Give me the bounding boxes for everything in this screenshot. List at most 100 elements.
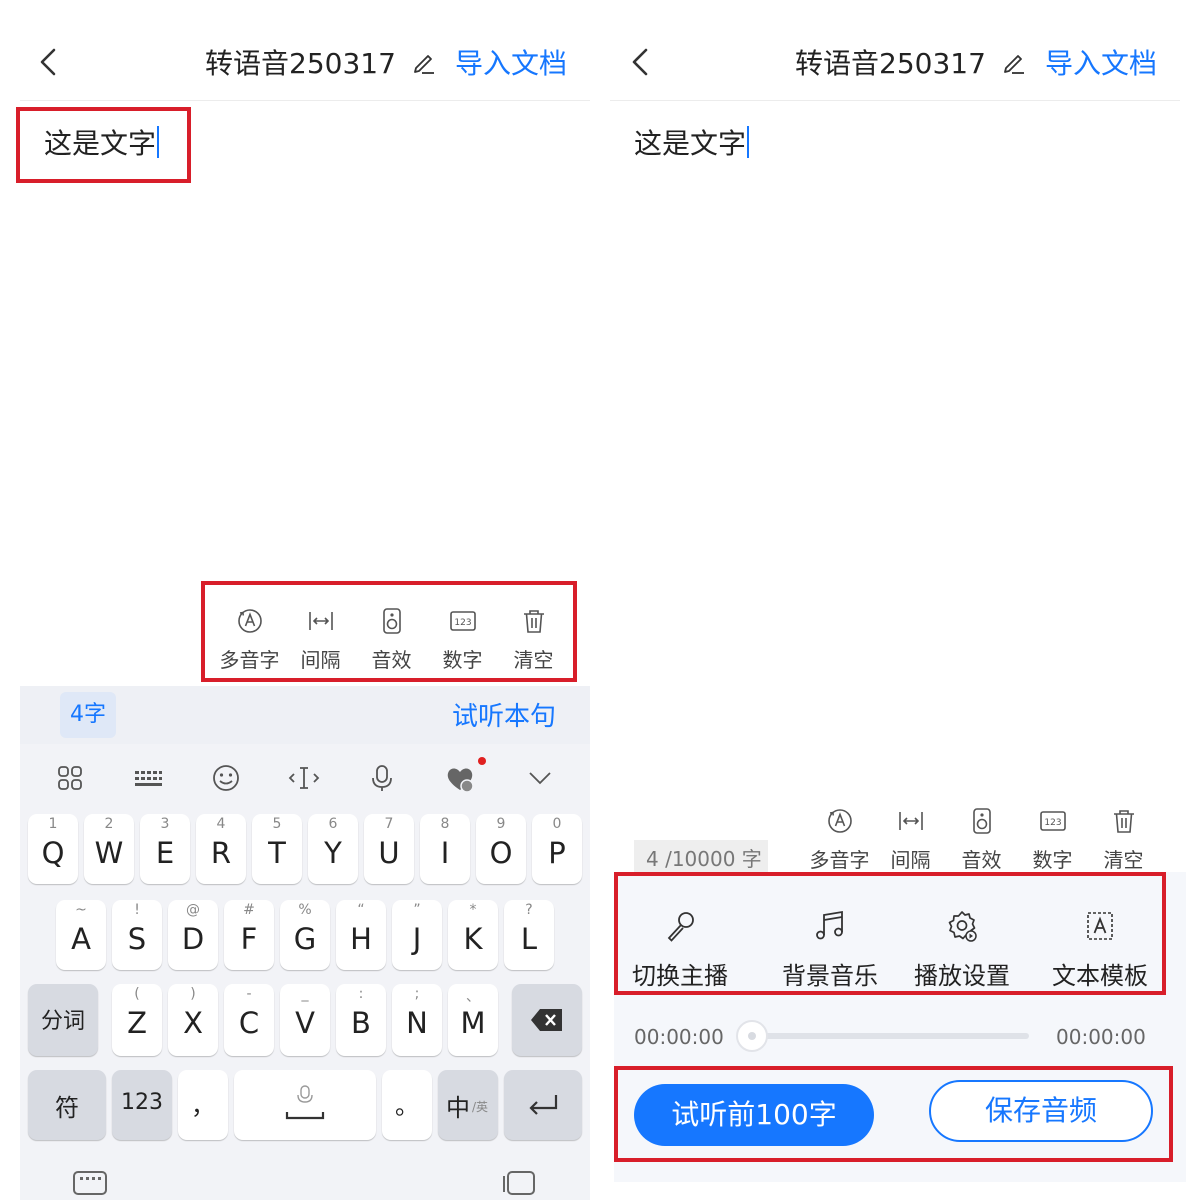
period-key[interactable]: 。 [382, 1070, 432, 1140]
key-c[interactable]: -C [224, 984, 274, 1056]
tool-label: 多音字 [809, 848, 870, 872]
svg-text:123: 123 [1044, 818, 1061, 828]
char-count-badge: 4字 [60, 692, 116, 738]
number-icon: 123 [1039, 811, 1066, 831]
keyboard-settings-icon[interactable] [70, 1166, 110, 1196]
key-label: T [268, 836, 286, 870]
key-sublabel: 2 [104, 816, 114, 832]
smiley-icon [213, 765, 239, 791]
clipboard-icon[interactable] [500, 1166, 540, 1196]
comma-key[interactable]: ， [178, 1070, 228, 1140]
key-sublabel: 8 [440, 816, 450, 832]
key-sublabel: 3 [160, 816, 170, 832]
key-h[interactable]: “H [336, 900, 386, 970]
key-a[interactable]: ~ A [56, 900, 106, 970]
segment-key[interactable]: 分词 [28, 984, 98, 1056]
key-sublabel: 7 [384, 816, 394, 832]
key-sublabel: ” [413, 902, 421, 918]
skin-hearts-button[interactable] [440, 758, 480, 798]
key-sublabel: 1 [48, 816, 58, 832]
number-key[interactable]: 123 [112, 1070, 172, 1140]
emoji-button[interactable] [206, 758, 246, 798]
space-key[interactable] [234, 1070, 376, 1140]
key-m[interactable]: 、 M [448, 984, 498, 1056]
key-sublabel: # [243, 902, 255, 918]
key-u[interactable]: 7U [364, 814, 414, 884]
text-caret [747, 126, 750, 158]
back-button[interactable] [32, 44, 68, 80]
polyphone-icon [827, 809, 852, 833]
key-e[interactable]: 3E [140, 814, 190, 884]
key-y[interactable]: 6Y [308, 814, 358, 884]
header: 转语音250317 导入文档 [610, 30, 1200, 94]
highlight-box [16, 107, 191, 183]
key-z[interactable]: (Z [112, 984, 162, 1056]
key-k[interactable]: * K [448, 900, 498, 970]
tool-label: 间隔 [890, 848, 931, 872]
trash-icon [1113, 810, 1134, 833]
symbol-key[interactable]: 符 [28, 1070, 106, 1140]
header: 转语音250317 导入文档 [0, 30, 600, 94]
key-w[interactable]: 2W [84, 814, 134, 884]
hearts-icon [447, 768, 474, 793]
tool-number[interactable]: 123 数字 [1017, 806, 1088, 873]
key-sublabel: ( [134, 986, 140, 1002]
char-counter: 4 /10000 字 [634, 840, 768, 874]
tool-sound-effect[interactable]: 音效 [946, 806, 1017, 873]
key-r[interactable]: 4R [196, 814, 246, 884]
key-sublabel: /英 [472, 1100, 489, 1114]
tool-interval[interactable]: 间隔 [875, 806, 946, 873]
apps-grid-button[interactable] [50, 758, 90, 798]
key-label: 分词 [40, 1009, 85, 1034]
key-t[interactable]: 5T [252, 814, 302, 884]
notification-dot [478, 757, 486, 765]
collapse-keyboard-button[interactable] [520, 758, 560, 798]
microphone-icon [372, 765, 392, 791]
key-l[interactable]: ? L [504, 900, 554, 970]
tool-clear[interactable]: 清空 [1088, 806, 1159, 873]
key-label: 中 [446, 1094, 470, 1122]
tool-polyphone[interactable]: 多音字 [804, 806, 875, 873]
edit-title-button[interactable] [410, 48, 438, 76]
back-button[interactable] [624, 44, 660, 80]
key-p[interactable]: 0P [532, 814, 582, 884]
keyboard-switch-button[interactable] [128, 758, 168, 798]
page-title: 转语音250317 [205, 47, 396, 80]
cursor-move-button[interactable] [284, 758, 324, 798]
edit-title-button[interactable] [1000, 48, 1028, 76]
key-label: M [460, 1006, 486, 1040]
backspace-key[interactable] [512, 984, 582, 1056]
key-j[interactable]: ” J [392, 900, 442, 970]
key-sublabel: * [469, 902, 477, 918]
key-q[interactable]: 1Q [28, 814, 78, 884]
page-title: 转语音250317 [795, 47, 986, 80]
voice-input-button[interactable] [362, 758, 402, 798]
cursor-icon [288, 767, 320, 789]
key-sublabel: 0 [552, 816, 562, 832]
key-d[interactable]: @ D [168, 900, 218, 970]
key-s[interactable]: ! S [112, 900, 162, 970]
key-x[interactable]: ) X [168, 984, 218, 1056]
key-b[interactable]: :B [336, 984, 386, 1056]
import-document-link[interactable]: 导入文档 [1045, 42, 1157, 82]
key-sublabel: % [298, 902, 312, 918]
enter-key[interactable] [504, 1070, 582, 1140]
key-sublabel: ; [414, 986, 420, 1002]
key-label: J [412, 922, 422, 956]
key-v[interactable]: _ V [280, 984, 330, 1056]
key-label: P [548, 836, 566, 870]
key-n[interactable]: ; N [392, 984, 442, 1056]
tool-label: 音效 [961, 848, 1002, 872]
space-mic-icon [285, 1085, 325, 1120]
key-g[interactable]: % G [280, 900, 330, 970]
import-document-link[interactable]: 导入文档 [455, 42, 567, 82]
language-switch-key[interactable]: 中 /英 [438, 1070, 498, 1140]
listen-sentence-button[interactable]: 试听本句 [452, 696, 556, 733]
progress-track[interactable] [753, 1033, 1029, 1039]
key-o[interactable]: 9O [476, 814, 526, 884]
key-label: W [94, 836, 124, 870]
key-i[interactable]: 8I [420, 814, 470, 884]
key-f[interactable]: # F [224, 900, 274, 970]
text-editor[interactable]: 这是文字 [634, 122, 750, 162]
progress-thumb[interactable] [736, 1020, 768, 1052]
